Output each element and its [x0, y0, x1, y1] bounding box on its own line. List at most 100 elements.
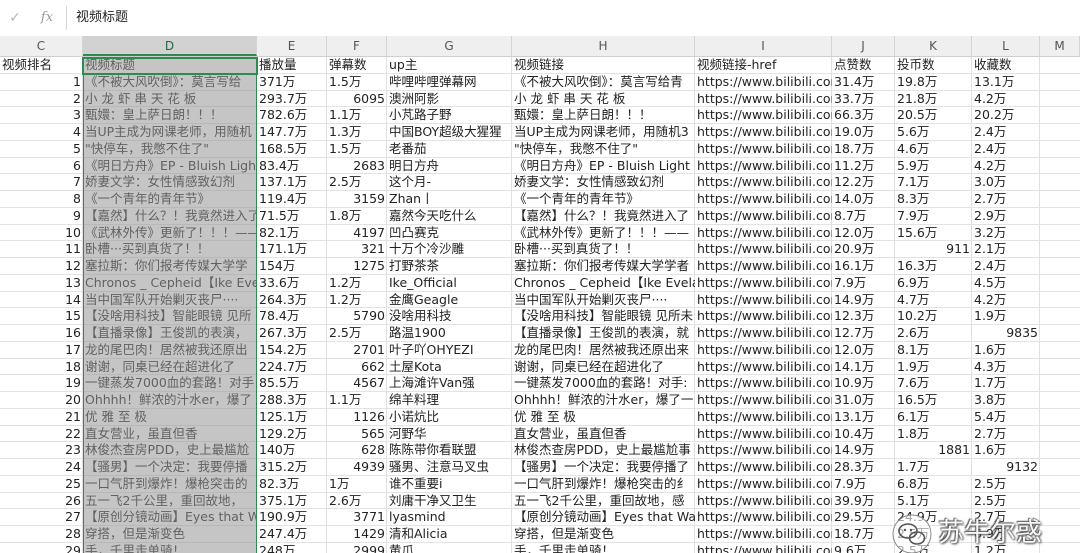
cell[interactable]: 7.9万 — [895, 208, 972, 224]
cell[interactable]: https://www.bilibili.com/ — [695, 543, 832, 553]
cell[interactable]: 66.3万 — [832, 107, 895, 123]
cell[interactable]: 优 雅 至 极 — [512, 409, 695, 425]
cell[interactable]: Ohhhh！鲜浓的汁水er，爆了 — [83, 392, 257, 408]
cell[interactable]: lyasmind — [387, 509, 512, 525]
cell[interactable]: 18.7万 — [832, 141, 895, 157]
cell[interactable]: 2.5万 — [327, 325, 387, 341]
cell[interactable]: 【嘉然】什么？！我竟然进入了 — [512, 208, 695, 224]
cell[interactable]: 321 — [327, 241, 387, 257]
cell[interactable]: 【没啥用科技】智能眼镜 见所 — [83, 308, 257, 324]
cell[interactable]: 谢谢，同桌已经在超进化了 — [512, 359, 695, 375]
cell[interactable]: 24.9万 — [895, 509, 972, 525]
cell[interactable]: 哔哩哔哩弹幕网 — [387, 74, 512, 90]
cell[interactable]: 一口气肝到爆炸！爆枪突击的 — [83, 476, 257, 492]
cell[interactable]: 29.5万 — [832, 509, 895, 525]
cell[interactable]: 上海滩许Van强 — [387, 375, 512, 391]
cell[interactable]: 2.5万 — [327, 174, 387, 190]
cell[interactable]: https://www.bilibili.com/ — [695, 476, 832, 492]
cell[interactable]: 28.3万 — [832, 459, 895, 475]
cell[interactable]: 明日方舟 — [387, 158, 512, 174]
cell[interactable]: 1.9万 — [895, 359, 972, 375]
cell[interactable]: 【没啥用科技】智能眼镜 见所未 — [512, 308, 695, 324]
cell[interactable]: 20.2万 — [972, 107, 1040, 123]
cell[interactable]: 龙的尾巴肉！居然被我还原出来 — [512, 342, 695, 358]
cell[interactable]: 1126 — [327, 409, 387, 425]
cell[interactable]: https://www.bilibili.com/ — [695, 208, 832, 224]
cell[interactable]: 125.1万 — [257, 409, 327, 425]
cell[interactable]: 2.5万 — [972, 476, 1040, 492]
cell[interactable]: 中国BOY超级大猩猩 — [387, 124, 512, 140]
cell[interactable]: 19.8万 — [895, 74, 972, 90]
cell[interactable]: 248万 — [257, 543, 327, 553]
cell[interactable]: 78.4万 — [257, 308, 327, 324]
cell[interactable]: 4939 — [327, 459, 387, 475]
cell[interactable]: 6095 — [327, 91, 387, 107]
cell[interactable]: 11 — [0, 241, 83, 257]
cell[interactable]: 5.4万 — [972, 409, 1040, 425]
header-cell[interactable]: 视频链接 — [512, 57, 695, 73]
cell[interactable]: 小诺炕比 — [387, 409, 512, 425]
cell[interactable]: 264.3万 — [257, 292, 327, 308]
column-header-e[interactable]: E — [257, 36, 327, 56]
column-header-l[interactable]: L — [972, 36, 1040, 56]
cell[interactable]: 《一个青年的青年节》 — [83, 191, 257, 207]
cell[interactable]: 1.2万 — [972, 543, 1040, 553]
cell[interactable]: 小 龙 虾 串 天 花 板 — [512, 91, 695, 107]
cell[interactable]: 3 — [0, 107, 83, 123]
cell[interactable]: 4567 — [327, 375, 387, 391]
cell[interactable]: 穿搭，但是渐变色 — [512, 526, 695, 542]
column-header-g[interactable]: G — [387, 36, 512, 56]
cell[interactable]: 《不被大风吹倒》：莫言写给青 — [512, 74, 695, 90]
cell[interactable]: 谢谢，同桌已经在超进化了 — [83, 359, 257, 375]
cell[interactable]: 直女营业，虽直但香 — [512, 426, 695, 442]
header-cell[interactable]: 视频链接-href — [695, 57, 832, 73]
cell[interactable]: 当中国军队开始剿灭丧尸···· — [512, 292, 695, 308]
cell[interactable]: 2.4万 — [972, 141, 1040, 157]
cell[interactable]: 27 — [0, 509, 83, 525]
cell[interactable]: 《武林外传》更新了！！！—— — [83, 225, 257, 241]
cell[interactable]: 137.1万 — [257, 174, 327, 190]
cell[interactable]: 16 — [0, 325, 83, 341]
cell[interactable]: 171.1万 — [257, 241, 327, 257]
cell[interactable]: 31.0万 — [832, 392, 895, 408]
cell[interactable]: 1.7万 — [895, 459, 972, 475]
cell[interactable]: 5.9万 — [895, 158, 972, 174]
cell[interactable]: 15.6万 — [895, 225, 972, 241]
cell[interactable]: 6 — [0, 158, 83, 174]
cell[interactable]: 当UP主成为网课老师，用随机3 — [512, 124, 695, 140]
cell[interactable]: 119.4万 — [257, 191, 327, 207]
cell[interactable]: 陈陈带你看联盟 — [387, 442, 512, 458]
cell[interactable]: 6.8万 — [895, 476, 972, 492]
header-cell[interactable]: 点赞数 — [832, 57, 895, 73]
cell[interactable]: 刘庸干净又卫生 — [387, 493, 512, 509]
cell[interactable]: 8.3万 — [895, 191, 972, 207]
cell[interactable]: 2.9万 — [972, 208, 1040, 224]
cell[interactable]: 83.4万 — [257, 158, 327, 174]
cell[interactable]: 26 — [0, 493, 83, 509]
cell[interactable]: 1.2万 — [327, 275, 387, 291]
column-header-i[interactable]: I — [695, 36, 832, 56]
cell[interactable]: 1.5万 — [327, 141, 387, 157]
cell[interactable]: 塞拉斯：你们报考传媒大学学者 — [512, 258, 695, 274]
cell[interactable]: "快停车，我憋不住了" — [512, 141, 695, 157]
cell[interactable]: 9.6万 — [832, 543, 895, 553]
cell[interactable]: 龙的尾巴肉！居然被我还原出 — [83, 342, 257, 358]
cell[interactable]: 2.7万 — [972, 426, 1040, 442]
cell[interactable]: 1.8万 — [327, 208, 387, 224]
cell[interactable]: 绵羊料理 — [387, 392, 512, 408]
cell[interactable]: 2 — [0, 91, 83, 107]
column-header-j[interactable]: J — [832, 36, 895, 56]
header-cell[interactable]: 播放量 — [257, 57, 327, 73]
cell[interactable]: 129.2万 — [257, 426, 327, 442]
cell[interactable]: 375.1万 — [257, 493, 327, 509]
cell[interactable]: 没啥用科技 — [387, 308, 512, 324]
header-cell[interactable]: 视频标题 — [83, 57, 257, 73]
cell[interactable]: 五一飞2千公里，重回故地，感 — [512, 493, 695, 509]
cell[interactable]: https://www.bilibili.com/ — [695, 493, 832, 509]
cell[interactable]: https://www.bilibili.com/ — [695, 409, 832, 425]
cell[interactable]: 1.1万 — [327, 107, 387, 123]
cell[interactable]: https://www.bilibili.com/ — [695, 275, 832, 291]
cell[interactable]: 14.9万 — [832, 292, 895, 308]
cell[interactable]: 《一个青年的青年节》 — [512, 191, 695, 207]
cell[interactable]: 林俊杰查房PDD，史上最尴尬事 — [512, 442, 695, 458]
